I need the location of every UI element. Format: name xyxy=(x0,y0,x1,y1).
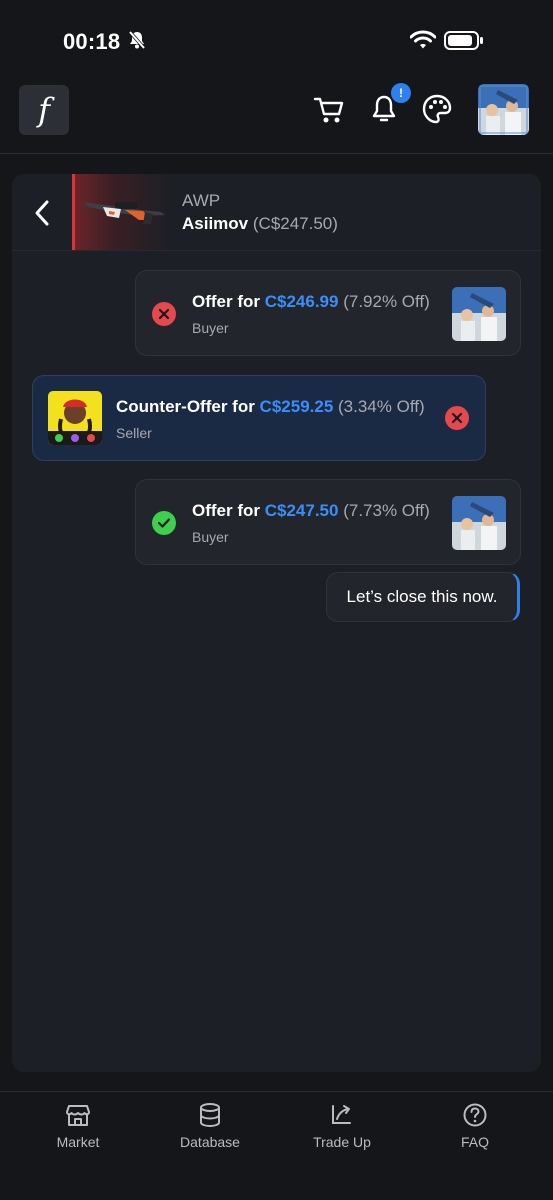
offer-label: Offer for xyxy=(192,501,265,520)
accepted-icon xyxy=(152,511,176,535)
item-header: AWP Asiimov (C$247.50) xyxy=(12,174,541,251)
help-icon xyxy=(463,1103,487,1127)
app-header: f ! xyxy=(0,80,553,154)
item-subtitle: Asiimov (C$247.50) xyxy=(182,214,338,234)
notification-badge: ! xyxy=(391,83,411,103)
wifi-icon xyxy=(410,30,436,49)
battery-icon xyxy=(444,31,483,50)
cart-icon[interactable] xyxy=(312,92,346,126)
declined-icon xyxy=(152,302,176,326)
counter-offer-discount: (3.34% Off) xyxy=(338,397,425,416)
offer-role: Buyer xyxy=(192,529,229,545)
offer-discount: (7.73% Off) xyxy=(343,501,430,520)
back-arrow-icon[interactable] xyxy=(31,198,53,228)
offer-title: Offer for C$246.99 (7.92% Off) xyxy=(192,292,430,312)
offer-role: Buyer xyxy=(192,320,229,336)
offer-discount: (7.92% Off) xyxy=(343,292,430,311)
store-icon xyxy=(66,1105,90,1126)
trade-up-icon xyxy=(332,1105,351,1124)
nav-faq[interactable]: FAQ xyxy=(415,1102,535,1150)
counter-offer-amount: C$259.25 xyxy=(259,397,334,416)
counter-offer-title: Counter-Offer for C$259.25 (3.34% Off) xyxy=(116,397,425,417)
chat-panel: AWP Asiimov (C$247.50) Offer for C$246.9… xyxy=(12,174,541,1072)
counter-offer-message: Counter-Offer for C$259.25 (3.34% Off) S… xyxy=(32,375,486,461)
buyer-avatar xyxy=(452,287,506,341)
bell-muted-icon xyxy=(128,30,146,50)
status-time: 00:18 xyxy=(63,29,121,54)
offer-message: Offer for C$247.50 (7.73% Off) Buyer xyxy=(135,479,521,565)
item-price: (C$247.50) xyxy=(252,214,338,233)
nav-database-label: Database xyxy=(180,1134,240,1150)
chat-message: Let’s close this now. xyxy=(326,572,520,622)
offer-amount: C$247.50 xyxy=(264,501,339,520)
database-icon xyxy=(200,1103,220,1128)
item-name: AWP xyxy=(182,191,221,210)
declined-icon xyxy=(445,406,469,430)
nav-trade-up[interactable]: Trade Up xyxy=(282,1102,402,1150)
buyer-avatar xyxy=(452,496,506,550)
counter-offer-role: Seller xyxy=(116,425,152,441)
nav-database[interactable]: Database xyxy=(150,1102,270,1150)
offer-title: Offer for C$247.50 (7.73% Off) xyxy=(192,501,430,521)
nav-market[interactable]: Market xyxy=(18,1102,138,1150)
bottom-nav: Market Database Trade Up FAQ xyxy=(0,1091,553,1200)
offer-amount: C$246.99 xyxy=(264,292,339,311)
counter-offer-label: Counter-Offer for xyxy=(116,397,260,416)
item-image xyxy=(72,174,170,250)
nav-market-label: Market xyxy=(56,1134,100,1150)
offer-message: Offer for C$246.99 (7.92% Off) Buyer xyxy=(135,270,521,356)
item-skin: Asiimov xyxy=(182,214,249,233)
nav-trade-up-label: Trade Up xyxy=(313,1134,371,1150)
status-bar: 00:18 xyxy=(0,0,553,80)
offer-label: Offer for xyxy=(192,292,265,311)
nav-faq-label: FAQ xyxy=(460,1134,489,1150)
user-avatar[interactable] xyxy=(478,84,529,135)
seller-avatar xyxy=(48,391,102,445)
palette-icon[interactable] xyxy=(420,92,454,126)
app-logo[interactable]: f xyxy=(19,85,69,135)
